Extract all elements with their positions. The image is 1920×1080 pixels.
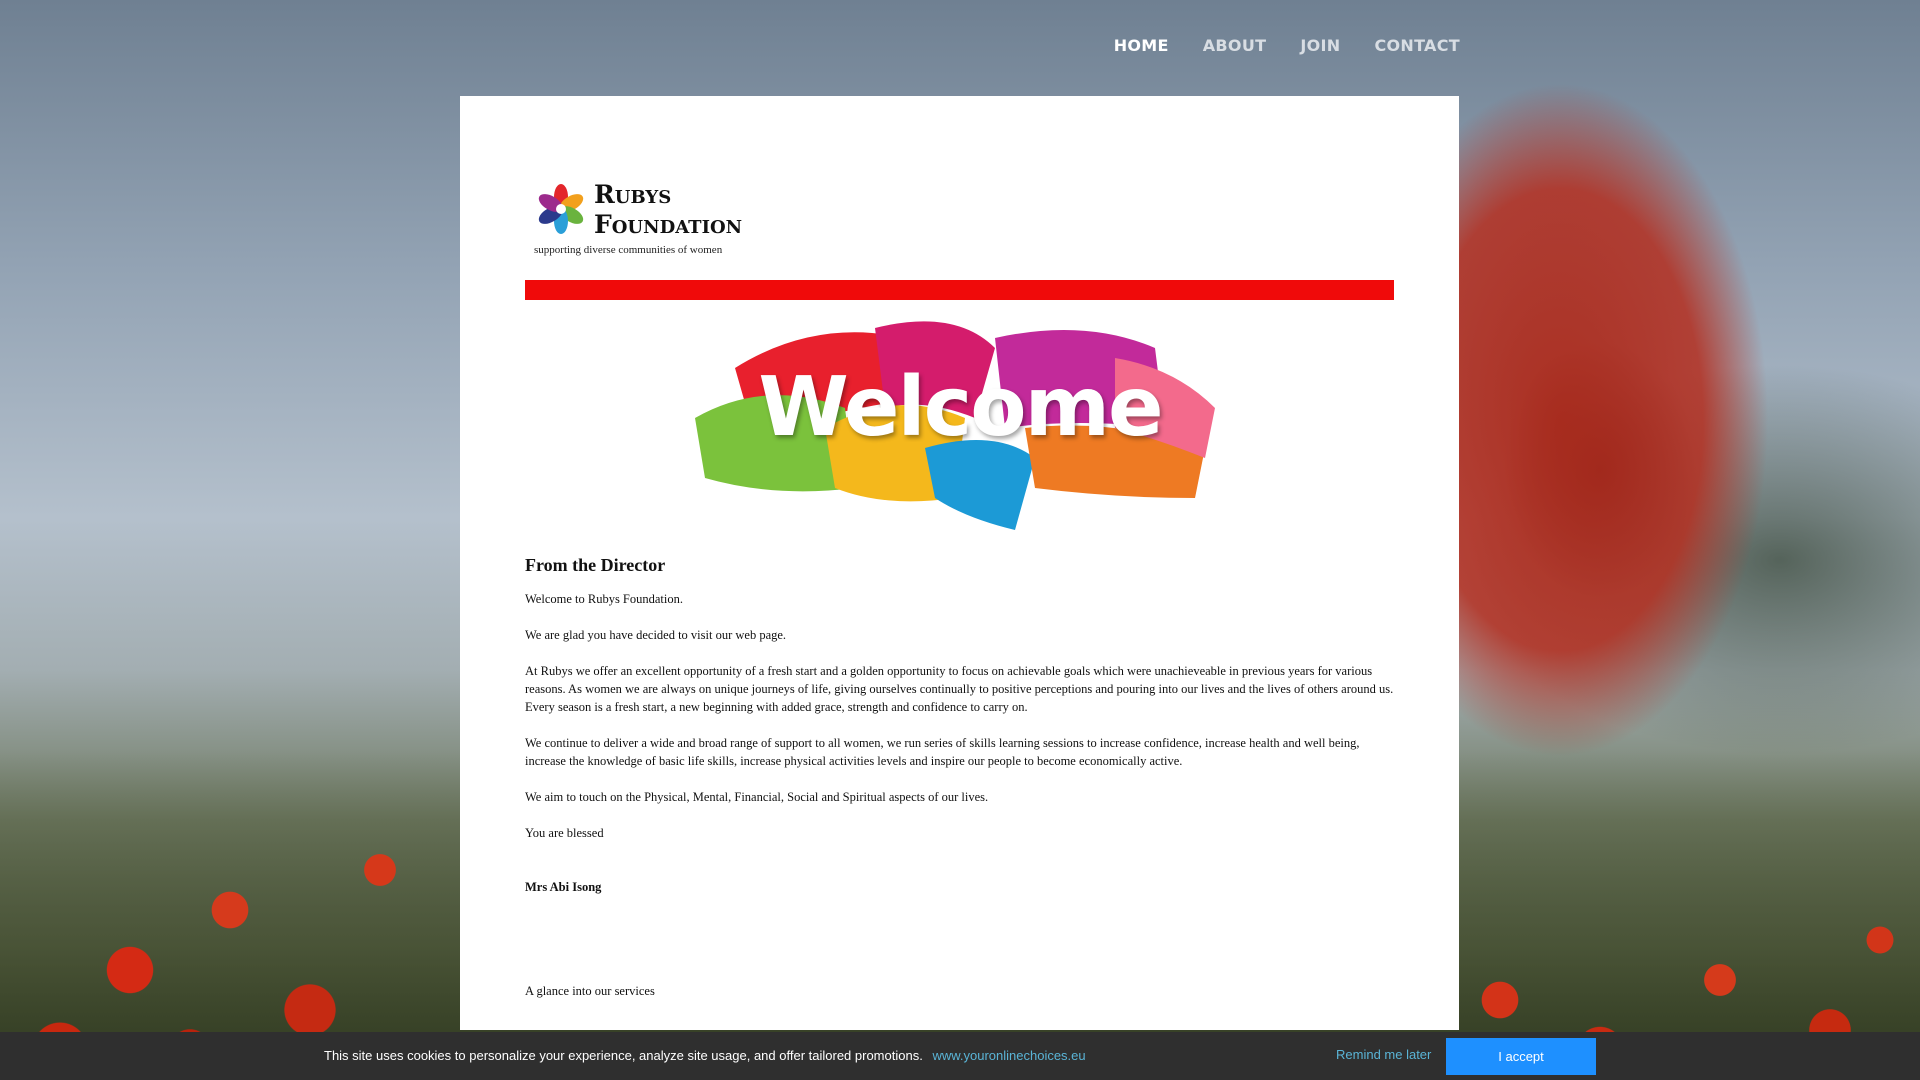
red-divider-bar bbox=[525, 280, 1394, 300]
logo-line-2: Foundation bbox=[594, 210, 743, 239]
nav-contact[interactable]: CONTACT bbox=[1374, 36, 1460, 55]
logo-line-1: Rubys bbox=[594, 180, 672, 209]
paragraph: We aim to touch on the Physical, Mental,… bbox=[525, 790, 989, 804]
logo-tagline: supporting diverse communities of women bbox=[534, 244, 723, 256]
paragraph: You are blessed bbox=[525, 826, 604, 840]
site-logo[interactable]: Rubys Foundation supporting diverse comm… bbox=[534, 180, 794, 260]
paragraph: Welcome to Rubys Foundation. bbox=[525, 592, 684, 606]
welcome-banner: Welcome bbox=[695, 308, 1225, 533]
director-message: From the Director Welcome to Rubys Found… bbox=[525, 556, 1399, 1018]
main-nav: HOME ABOUT JOIN CONTACT bbox=[1114, 36, 1460, 55]
services-intro: A glance into our services bbox=[525, 984, 655, 998]
flower-logo-icon bbox=[538, 184, 584, 234]
nav-home[interactable]: HOME bbox=[1114, 36, 1169, 55]
article-heading: From the Director bbox=[525, 555, 666, 575]
welcome-heading: Welcome bbox=[758, 360, 1163, 455]
content-panel: Rubys Foundation supporting diverse comm… bbox=[460, 96, 1459, 1030]
nav-join[interactable]: JOIN bbox=[1300, 36, 1340, 55]
logo-wordmark: Rubys Foundation bbox=[594, 180, 742, 240]
accept-cookies-button[interactable]: I accept bbox=[1446, 1038, 1596, 1075]
nav-about[interactable]: ABOUT bbox=[1203, 36, 1267, 55]
remind-later-link[interactable]: Remind me later bbox=[1336, 1047, 1431, 1062]
director-signature: Mrs Abi Isong bbox=[525, 880, 602, 894]
cookie-message: This site uses cookies to personalize yo… bbox=[324, 1048, 1086, 1063]
cookie-info-link[interactable]: www.youronlinechoices.eu bbox=[932, 1048, 1085, 1063]
paragraph: We are glad you have decided to visit ou… bbox=[525, 628, 787, 642]
paragraph: At Rubys we offer an excellent opportuni… bbox=[525, 664, 1394, 714]
cookie-banner: This site uses cookies to personalize yo… bbox=[0, 1032, 1920, 1080]
paragraph: We continue to deliver a wide and broad … bbox=[525, 736, 1360, 768]
cookie-text: This site uses cookies to personalize yo… bbox=[324, 1048, 923, 1063]
